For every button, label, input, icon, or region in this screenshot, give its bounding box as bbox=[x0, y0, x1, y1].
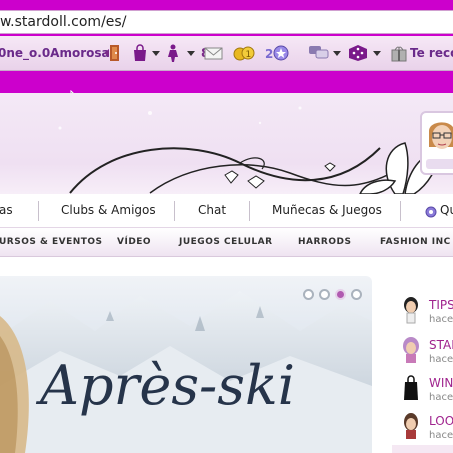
news-title[interactable]: STAR bbox=[429, 338, 453, 352]
carousel-dot-3-active[interactable] bbox=[335, 289, 346, 300]
nav-divider bbox=[38, 201, 39, 221]
carousel-dot-1[interactable] bbox=[303, 289, 314, 300]
site-header bbox=[0, 93, 453, 194]
hero-carousel[interactable]: Après-ski bbox=[0, 276, 372, 453]
nav-divider bbox=[174, 201, 175, 221]
svg-text:1: 1 bbox=[246, 50, 252, 60]
gear-icon[interactable] bbox=[424, 204, 438, 218]
shopping-bag-icon[interactable] bbox=[131, 44, 149, 62]
news-time: hace bbox=[429, 314, 453, 325]
carousel-dot-4[interactable] bbox=[351, 289, 362, 300]
nav-item-chat[interactable]: Chat bbox=[198, 194, 226, 227]
subnav-item-harrods[interactable]: HARRODS bbox=[298, 228, 351, 256]
toolbar-band bbox=[0, 71, 453, 93]
news-time: hace bbox=[429, 354, 453, 365]
news-time: hace bbox=[429, 392, 453, 403]
carousel-dot-2[interactable] bbox=[319, 289, 330, 300]
dice-icon[interactable] bbox=[348, 44, 368, 62]
shopping-bag-icon bbox=[400, 374, 422, 402]
nav-item-partial[interactable]: as bbox=[0, 194, 13, 227]
avatar-card[interactable] bbox=[420, 111, 453, 175]
url-field[interactable]: w.stardoll.com/es/ bbox=[0, 10, 453, 34]
main-nav: as Clubs & Amigos Chat Muñecas & Juegos … bbox=[0, 194, 453, 228]
chat-bubbles-icon[interactable] bbox=[308, 44, 330, 62]
chevron-down-icon[interactable] bbox=[333, 51, 341, 56]
avatar bbox=[429, 122, 453, 149]
envelope-icon[interactable] bbox=[203, 44, 224, 62]
news-title[interactable]: TIPS bbox=[429, 298, 453, 312]
nav-divider bbox=[249, 201, 250, 221]
promo-text[interactable]: Te reco bbox=[410, 46, 453, 60]
subnav-item-fashion-inc[interactable]: FASHION INC bbox=[380, 228, 451, 256]
news-item[interactable]: LOO hace bbox=[392, 411, 453, 444]
news-item[interactable]: STAR hace bbox=[392, 335, 453, 368]
news-item-partial bbox=[392, 445, 453, 453]
chevron-down-icon[interactable] bbox=[152, 51, 160, 56]
girl-avatar-icon bbox=[400, 296, 422, 324]
girl-avatar-icon bbox=[400, 412, 422, 440]
hero-title: Après-ski bbox=[40, 354, 295, 417]
header-decoration bbox=[58, 106, 441, 194]
url-text: w.stardoll.com/es/ bbox=[0, 14, 127, 30]
news-title[interactable]: LOO bbox=[429, 414, 453, 428]
avatar-caption-bar bbox=[426, 159, 453, 169]
subnav-item-video[interactable]: VÍDEO bbox=[117, 228, 151, 256]
chevron-down-icon[interactable] bbox=[187, 51, 195, 56]
girl-avatar-icon bbox=[400, 336, 422, 364]
subnav-item-juegos-celular[interactable]: JUEGOS CELULAR bbox=[179, 228, 273, 256]
news-item[interactable]: WINT hace bbox=[392, 373, 453, 406]
news-title[interactable]: WINT bbox=[429, 376, 453, 390]
nav-item-clubs-amigos[interactable]: Clubs & Amigos bbox=[61, 194, 156, 227]
gift-icon[interactable] bbox=[390, 44, 408, 62]
nav-item-que[interactable]: Qu bbox=[440, 194, 453, 227]
username-link[interactable]: 0ne_o.0Amorosa bbox=[0, 46, 110, 60]
doll-icon[interactable] bbox=[166, 44, 180, 62]
svg-text:2: 2 bbox=[265, 47, 273, 61]
starcoins-icon[interactable]: 1 bbox=[232, 44, 256, 62]
stardollars-icon[interactable]: 2 bbox=[264, 44, 290, 62]
nav-item-munecas-juegos[interactable]: Muñecas & Juegos bbox=[272, 194, 382, 227]
nav-divider bbox=[400, 201, 401, 221]
subnav-item-cursos-eventos[interactable]: URSOS & EVENTOS bbox=[0, 228, 103, 256]
sub-nav: URSOS & EVENTOS VÍDEO JUEGOS CELULAR HAR… bbox=[0, 228, 453, 257]
news-item[interactable]: TIPS hace bbox=[392, 295, 453, 328]
chevron-down-icon[interactable] bbox=[373, 51, 381, 56]
news-time: hace bbox=[429, 430, 453, 441]
logout-door-icon[interactable] bbox=[103, 44, 121, 62]
